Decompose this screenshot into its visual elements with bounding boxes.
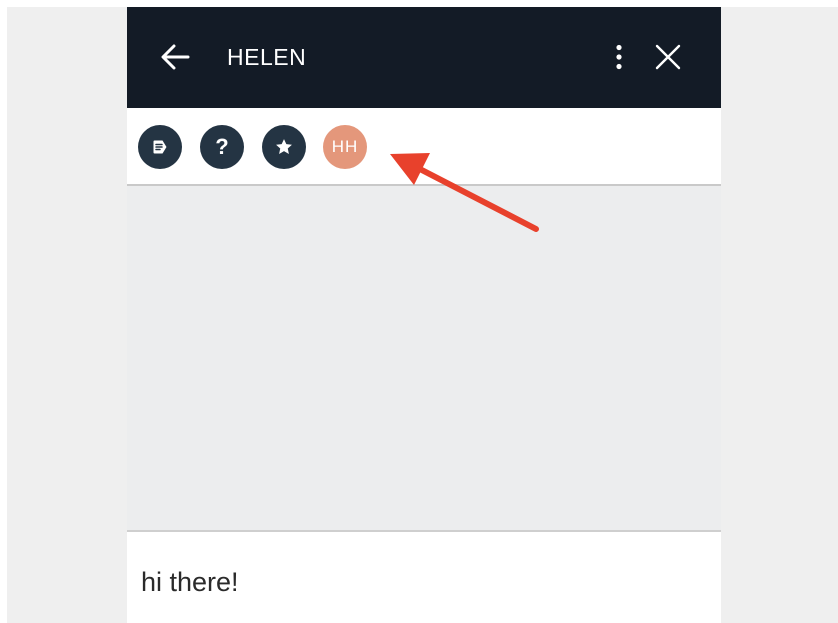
- back-button[interactable]: [155, 40, 195, 74]
- user-avatar[interactable]: HH: [323, 125, 367, 169]
- help-button[interactable]: ?: [200, 125, 244, 169]
- star-icon: [276, 139, 292, 154]
- close-button[interactable]: [649, 38, 687, 76]
- message-area: [127, 186, 721, 532]
- message-input[interactable]: [141, 562, 701, 602]
- close-icon: [655, 44, 681, 70]
- message-composer: [127, 532, 721, 623]
- favorite-button[interactable]: [262, 125, 306, 169]
- chat-panel: HELEN ? HH: [127, 7, 721, 623]
- notes-button[interactable]: [138, 125, 182, 169]
- arrow-left-icon: [161, 44, 190, 70]
- more-vertical-icon: [616, 44, 622, 70]
- note-icon: [153, 140, 167, 154]
- chat-header: HELEN: [127, 7, 721, 108]
- question-icon: ?: [215, 134, 229, 159]
- page-title: HELEN: [227, 44, 307, 70]
- action-toolbar: ? HH: [127, 108, 721, 186]
- more-options-button[interactable]: [605, 40, 633, 74]
